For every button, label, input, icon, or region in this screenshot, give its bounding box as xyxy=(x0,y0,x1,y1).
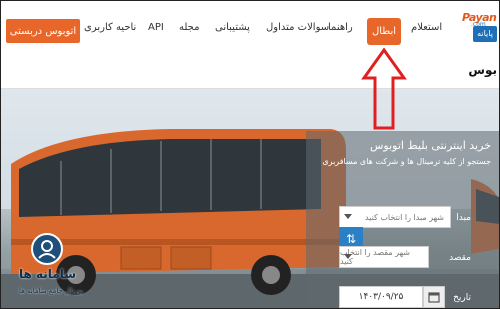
watermark-title: سامانه ها xyxy=(19,267,77,281)
destination-label: مقصد xyxy=(449,253,471,263)
search-panel-title: خرید اینترنتی بلیط اتوبوس xyxy=(369,139,491,152)
origin-label: مبدا xyxy=(456,213,471,223)
logo-box: پایانه xyxy=(473,26,497,42)
chevron-down-icon xyxy=(344,214,352,219)
watermark: سامانه ها پورتال جامع سامانه ها xyxy=(19,233,89,303)
menu-cancel-button[interactable]: ابطال xyxy=(367,18,401,45)
destination-placeholder: شهر مقصد را انتخاب کنید xyxy=(340,248,410,266)
origin-placeholder: شهر مبدا را انتخاب کنید xyxy=(364,212,444,222)
menu-faq[interactable]: سوالات متداول xyxy=(266,22,329,33)
site-logo[interactable]: Payan .com پایانه xyxy=(459,9,499,49)
page-heading: بوس xyxy=(468,63,497,77)
date-input[interactable]: ۱۴۰۳/۰۹/۲۵ xyxy=(339,286,423,308)
date-label: تاریخ xyxy=(453,293,471,303)
menu-magazine[interactable]: مجله xyxy=(179,22,199,33)
charter-bus-button[interactable]: اتوبوس دربستی xyxy=(6,19,80,43)
search-panel-subtitle: جستجو از کلیه ترمینال ها و شرکت های مساف… xyxy=(322,157,491,166)
chevron-down-icon xyxy=(344,254,352,259)
origin-select[interactable]: شهر مبدا را انتخاب کنید xyxy=(339,206,451,228)
calendar-icon xyxy=(428,292,440,303)
swap-icon: ⇅ xyxy=(345,232,357,246)
watermark-logo-icon xyxy=(31,233,63,265)
menu-support[interactable]: پشتیبانی xyxy=(215,22,250,33)
calendar-button[interactable] xyxy=(423,286,445,308)
menu-api[interactable]: API xyxy=(148,22,164,33)
screenshot-frame: اتوبوس دربستی ناحیه کاربری API مجله پشتی… xyxy=(0,0,500,309)
watermark-subtitle: پورتال جامع سامانه ها xyxy=(19,287,84,295)
menu-guide[interactable]: راهنما xyxy=(328,22,353,33)
top-navbar: اتوبوس دربستی ناحیه کاربری API مجله پشتی… xyxy=(1,1,499,59)
menu-user-area[interactable]: ناحیه کاربری xyxy=(84,22,136,33)
destination-select[interactable]: شهر مقصد را انتخاب کنید xyxy=(339,246,429,268)
menu-inquiry[interactable]: استعلام xyxy=(411,22,442,33)
red-pointer-arrow-icon xyxy=(361,48,407,130)
